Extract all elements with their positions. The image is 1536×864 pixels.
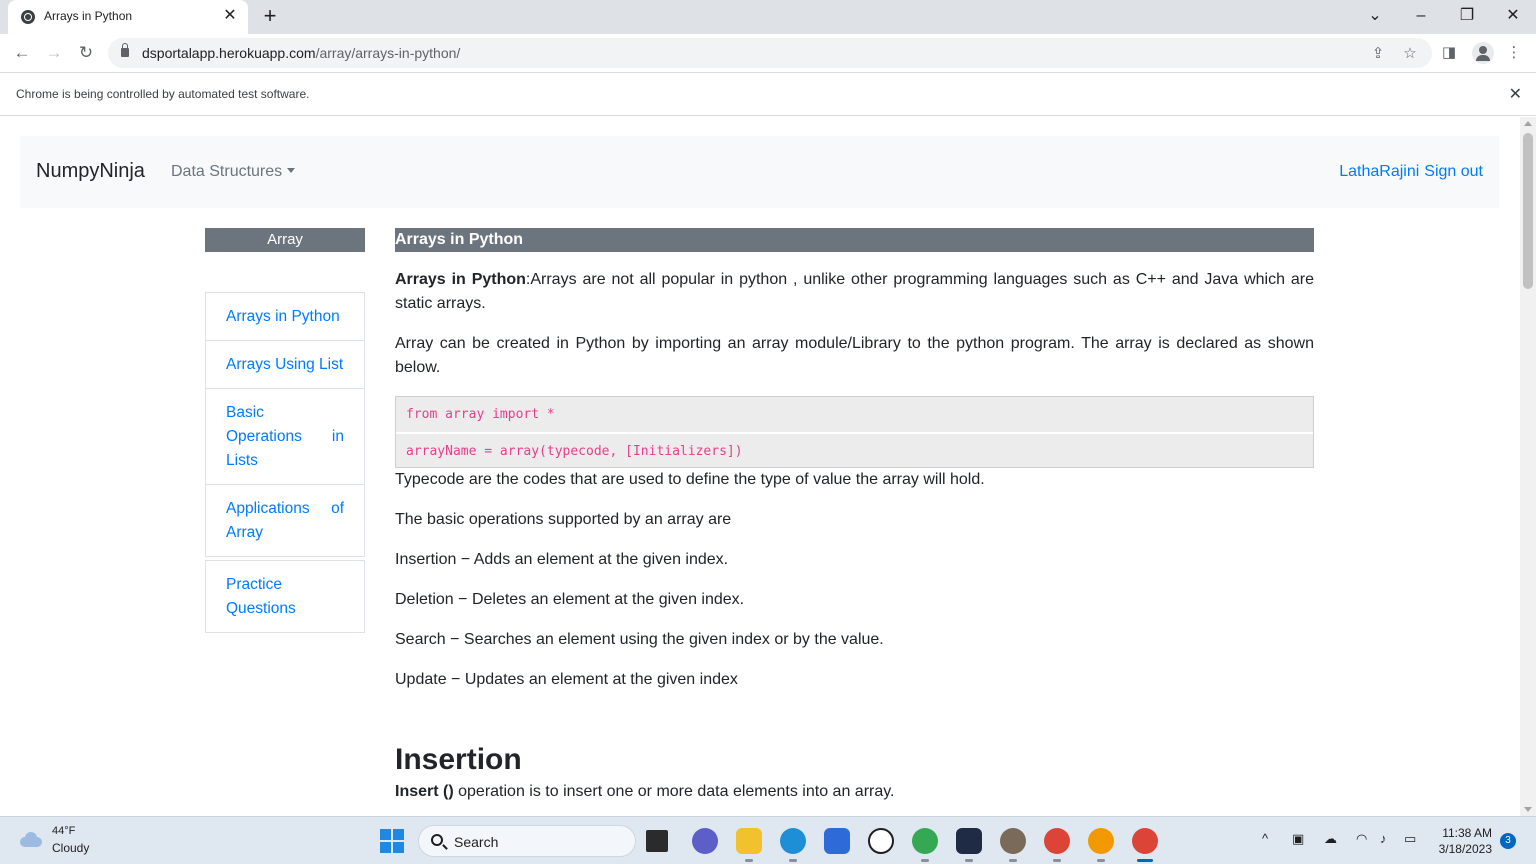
scroll-up-arrow-icon[interactable] — [1524, 121, 1532, 126]
chevron-up-icon[interactable]: ^ — [1262, 831, 1268, 846]
new-tab-button[interactable]: + — [258, 5, 282, 29]
tab-title: Arrays in Python — [44, 9, 133, 23]
chrome-icon[interactable] — [1044, 828, 1070, 862]
taskbar-clock[interactable]: 11:38 AM 3/18/2023 — [1439, 825, 1492, 857]
window-close-button[interactable]: ✕ — [1498, 5, 1528, 27]
onedrive-icon[interactable]: ☁ — [1324, 831, 1337, 847]
content-header: Arrays in Python — [395, 228, 1314, 252]
profile-avatar[interactable] — [1472, 42, 1494, 64]
intro-text: :Arrays are not all popular in python , … — [395, 271, 1314, 312]
taskbar-search-label: Search — [454, 834, 499, 850]
code-line: arrayName = array(typecode, [Initializer… — [396, 432, 1313, 467]
typecode-paragraph: Typecode are the codes that are used to … — [395, 471, 985, 488]
windows-taskbar: 44°F Cloudy Search ^ ▣ ☁ ◠ ♪ ▭ 11:38 AM … — [0, 816, 1536, 864]
minimize-button[interactable]: – — [1406, 5, 1436, 27]
taskbar-search[interactable]: Search — [418, 825, 636, 857]
dropdown-label: Data Structures — [171, 163, 283, 180]
sidebar-item-basic-operations[interactable]: Basic Operations in Lists — [206, 389, 364, 485]
brand-logo[interactable]: NumpyNinja — [36, 160, 145, 183]
reload-icon[interactable]: ↻ — [74, 41, 98, 65]
user-links: LathaRajini Sign out — [1339, 163, 1483, 181]
store-icon[interactable] — [824, 828, 850, 854]
intro-bold: Arrays in Python — [395, 271, 526, 288]
scrollbar-thumb[interactable] — [1523, 133, 1533, 289]
main-content: Arrays in Python Arrays in Python:Arrays… — [395, 228, 1314, 804]
app-badge-icon[interactable] — [1000, 828, 1026, 862]
webex-icon[interactable] — [956, 828, 982, 862]
chrome-active-icon[interactable] — [1132, 828, 1158, 862]
insert-paragraph: Insert () operation is to insert one or … — [395, 780, 1314, 804]
code-block: from array import * arrayName = array(ty… — [395, 396, 1314, 468]
lock-icon[interactable] — [121, 43, 129, 57]
weather-condition[interactable]: Cloudy — [52, 841, 89, 855]
task-view-icon[interactable] — [646, 830, 668, 852]
bookmark-star-icon[interactable]: ☆ — [1400, 44, 1420, 64]
browser-toolbar: ← → ↻ dsportalapp.herokuapp.com/array/ar… — [0, 34, 1536, 72]
browser-tab-strip: Arrays in Python ✕ + ⌄ – ❐ ✕ — [0, 0, 1536, 34]
browser-tab[interactable]: Arrays in Python ✕ — [8, 0, 248, 34]
insert-bold: Insert () — [395, 783, 454, 800]
sidebar-practice: Practice Questions — [205, 560, 365, 633]
section-heading: Insertion — [395, 743, 522, 776]
globe-icon — [21, 10, 35, 24]
declaration-paragraph: Array can be created in Python by import… — [395, 335, 1314, 376]
scroll-down-arrow-icon[interactable] — [1524, 807, 1532, 812]
sidebar-header: Array — [205, 228, 365, 252]
wifi-icon[interactable]: ◠ — [1356, 831, 1367, 847]
edge-browser-icon[interactable] — [780, 828, 806, 862]
file-explorer-icon[interactable] — [736, 828, 762, 862]
search-app-icon[interactable] — [1088, 828, 1114, 862]
notification-badge[interactable]: 3 — [1500, 833, 1516, 849]
operation-item: Update − Updates an element at the given… — [395, 671, 738, 688]
cloud-icon[interactable] — [18, 831, 44, 847]
sidebar-item-arrays-in-python[interactable]: Arrays in Python — [206, 293, 364, 341]
volume-icon[interactable]: ♪ — [1380, 831, 1387, 846]
dell-icon[interactable] — [868, 828, 894, 854]
url-text[interactable]: dsportalapp.herokuapp.com/array/arrays-i… — [142, 45, 460, 61]
site-navbar: NumpyNinja Data Structures LathaRajini Si… — [20, 136, 1499, 208]
automation-infobar: Chrome is being controlled by automated … — [0, 72, 1536, 116]
infobar-close-icon[interactable]: ✕ — [1509, 84, 1522, 104]
restore-button[interactable]: ❐ — [1452, 5, 1482, 27]
infobar-message: Chrome is being controlled by automated … — [16, 87, 310, 101]
search-icon — [431, 834, 443, 846]
windows-start-icon[interactable] — [380, 829, 404, 853]
clock-time: 11:38 AM — [1442, 826, 1492, 840]
operation-item: Insertion − Adds an element at the given… — [395, 551, 729, 568]
tab-close-icon[interactable]: ✕ — [220, 6, 240, 26]
clock-date: 3/18/2023 — [1438, 842, 1492, 856]
url-path: /array/arrays-in-python/ — [315, 45, 461, 61]
back-arrow-icon[interactable]: ← — [10, 41, 34, 65]
caret-down-icon — [287, 168, 296, 173]
side-panel-icon[interactable]: ◨ — [1438, 42, 1460, 64]
page-scrollbar[interactable] — [1520, 117, 1536, 816]
tab-search-chevron-icon[interactable]: ⌄ — [1360, 5, 1390, 27]
operations-intro: The basic operations supported by an arr… — [395, 511, 732, 528]
user-name-link[interactable]: LathaRajini — [1339, 163, 1419, 180]
data-structures-dropdown[interactable]: Data Structures — [171, 163, 296, 181]
sidebar-topics: Arrays in Python Arrays Using List Basic… — [205, 292, 365, 557]
sidebar-item-arrays-using-list[interactable]: Arrays Using List — [206, 341, 364, 389]
operation-item: Search − Searches an element using the g… — [395, 631, 884, 648]
menu-kebab-icon[interactable]: ⋮ — [1503, 42, 1525, 64]
language-icon[interactable]: ▣ — [1292, 831, 1304, 847]
share-icon[interactable]: ⇪ — [1368, 44, 1388, 64]
sign-out-link[interactable]: Sign out — [1424, 163, 1483, 180]
url-host: dsportalapp.herokuapp.com — [142, 45, 316, 61]
insert-text: operation is to insert one or more data … — [453, 783, 895, 800]
practice-questions-link[interactable]: Practice Questions — [206, 561, 364, 632]
teams-chat-icon[interactable] — [692, 828, 718, 854]
forward-arrow-icon[interactable]: → — [42, 41, 66, 65]
chrome-profile-icon[interactable] — [912, 828, 938, 862]
operation-item: Deletion − Deletes an element at the giv… — [395, 591, 745, 608]
battery-icon[interactable]: ▭ — [1404, 831, 1416, 847]
page-viewport: NumpyNinja Data Structures LathaRajini Si… — [0, 117, 1520, 816]
address-bar[interactable]: dsportalapp.herokuapp.com/array/arrays-i… — [108, 38, 1432, 68]
sidebar-item-applications[interactable]: Applications of Array — [206, 485, 364, 556]
weather-temperature[interactable]: 44°F — [52, 825, 75, 837]
code-line: from array import * — [406, 407, 555, 422]
intro-paragraph: Arrays in Python:Arrays are not all popu… — [395, 268, 1314, 316]
